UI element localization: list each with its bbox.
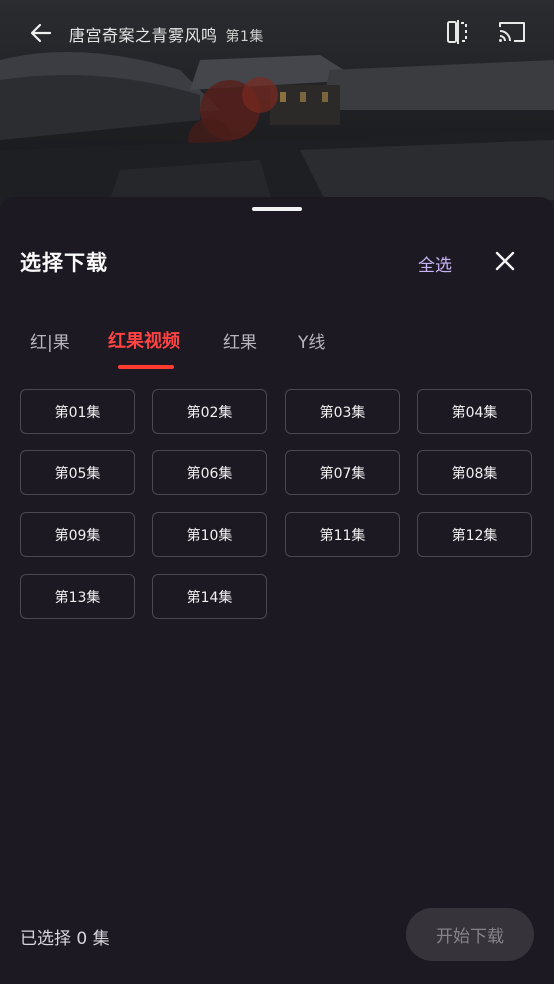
sheet-title: 选择下载: [20, 251, 108, 275]
episode-button[interactable]: 第03集: [285, 389, 400, 434]
episode-button[interactable]: 第06集: [152, 450, 267, 495]
mirror-flip-icon[interactable]: [444, 18, 472, 46]
drama-title: 唐宫奇案之青雾风鸣: [69, 26, 218, 45]
player-topbar: 唐宫奇案之青雾风鸣 第1集: [0, 0, 554, 64]
close-icon[interactable]: [492, 248, 518, 274]
episode-button[interactable]: 第02集: [152, 389, 267, 434]
video-title: 唐宫奇案之青雾风鸣 第1集: [69, 22, 264, 46]
download-sheet: 选择下载 全选 红|果 红果视频 红果 Y线 第01集 第02集 第03集 第0…: [0, 197, 554, 984]
episode-button[interactable]: 第01集: [20, 389, 135, 434]
episode-button[interactable]: 第13集: [20, 574, 135, 619]
episode-button[interactable]: 第12集: [417, 512, 532, 557]
tab-source-3[interactable]: 红果: [223, 328, 257, 353]
source-tabs: 红|果 红果视频 红果 Y线: [0, 325, 554, 375]
selected-count-label: 已选择 0 集: [20, 929, 110, 949]
current-episode: 第1集: [225, 29, 264, 45]
episode-button[interactable]: 第05集: [20, 450, 135, 495]
episode-button[interactable]: 第08集: [417, 450, 532, 495]
episode-button[interactable]: 第09集: [20, 512, 135, 557]
episode-button[interactable]: 第11集: [285, 512, 400, 557]
tab-source-4[interactable]: Y线: [298, 328, 325, 353]
active-tab-indicator: [118, 365, 174, 369]
episode-button[interactable]: 第07集: [285, 450, 400, 495]
back-arrow-icon[interactable]: [28, 20, 54, 46]
cast-screen-icon[interactable]: [497, 18, 527, 46]
start-download-button[interactable]: 开始下载: [406, 908, 534, 961]
tab-source-2[interactable]: 红果视频: [108, 327, 180, 353]
video-player[interactable]: 唐宫奇案之青雾风鸣 第1集: [0, 0, 554, 230]
episode-button[interactable]: 第10集: [152, 512, 267, 557]
tab-source-1[interactable]: 红|果: [30, 328, 70, 353]
episode-button[interactable]: 第14集: [152, 574, 267, 619]
episode-button[interactable]: 第04集: [417, 389, 532, 434]
drag-handle[interactable]: [252, 207, 302, 211]
select-all-button[interactable]: 全选: [418, 251, 452, 276]
